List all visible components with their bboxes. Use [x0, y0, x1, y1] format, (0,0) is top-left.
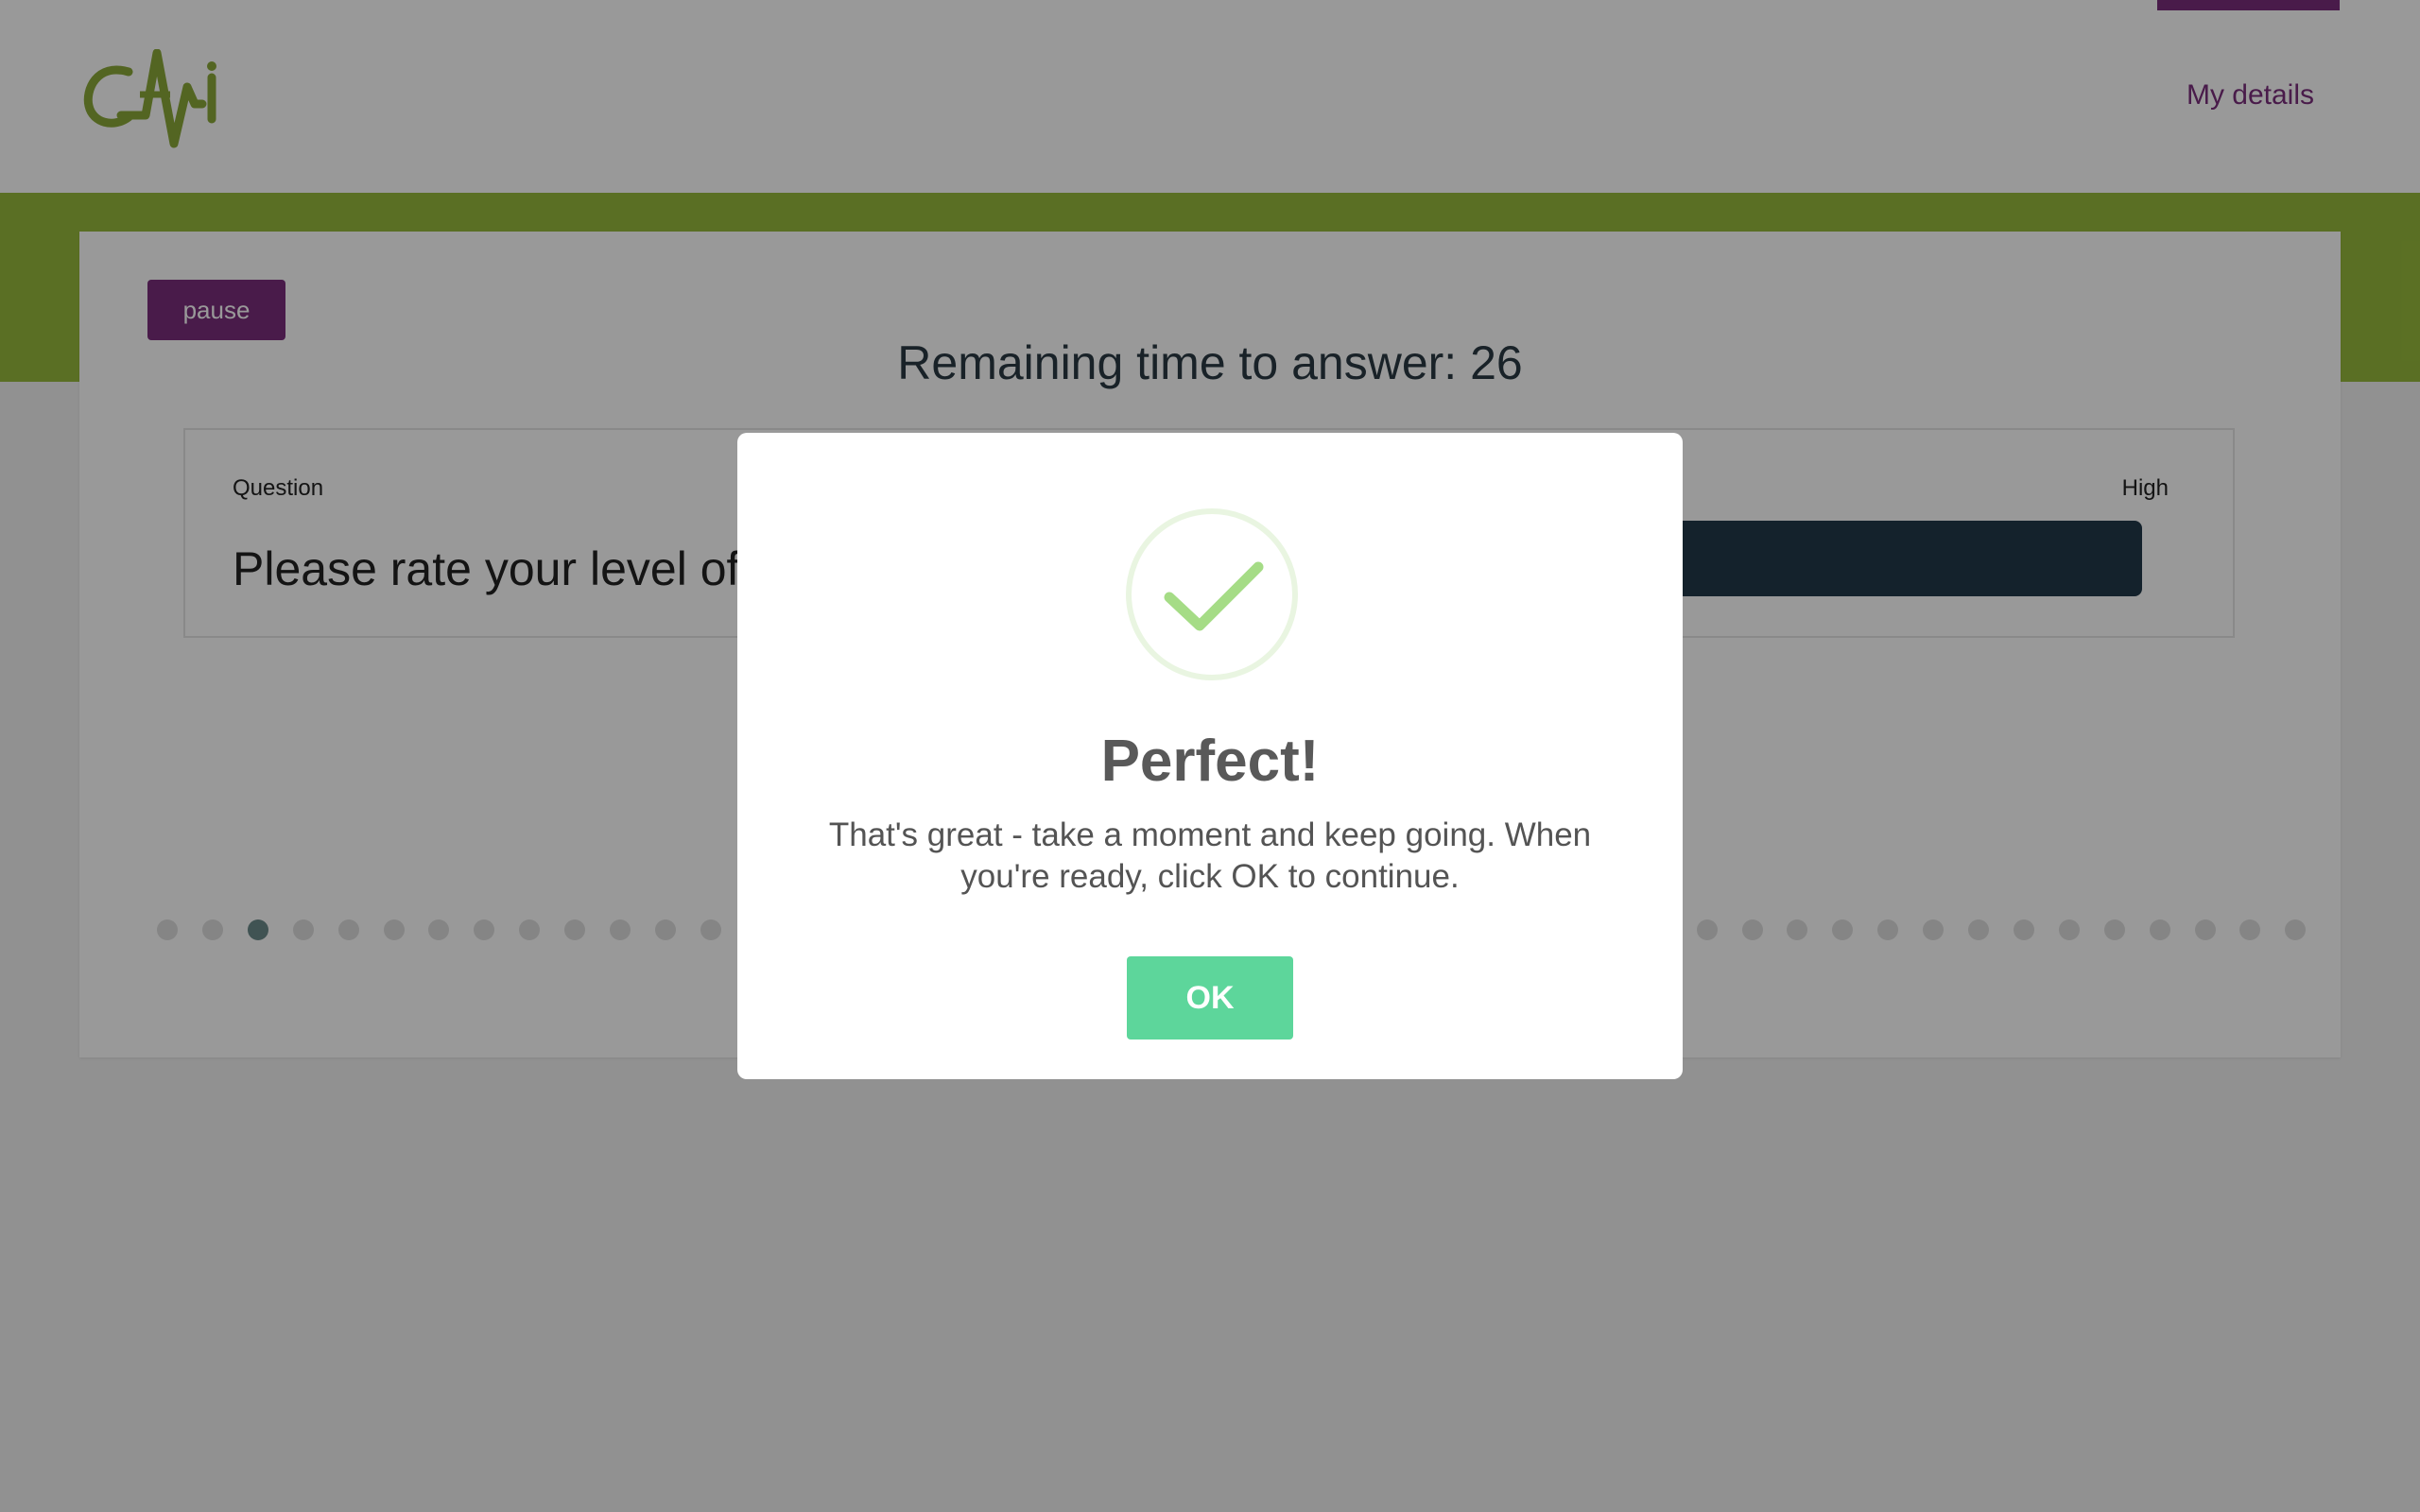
checkmark-icon	[1126, 508, 1298, 680]
ok-button[interactable]: OK	[1127, 956, 1293, 1040]
dialog-message: That's great - take a moment and keep go…	[828, 816, 1592, 895]
success-dialog: Perfect! That's great - take a moment an…	[737, 433, 1683, 1079]
dialog-title: Perfect!	[1100, 729, 1320, 794]
